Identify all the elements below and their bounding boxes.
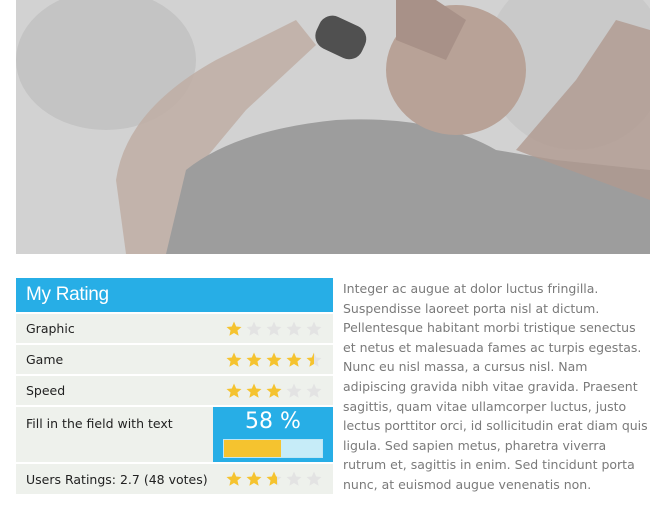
rating-row-speed: Speed: [16, 376, 333, 405]
body-paragraph: Integer ac augue at dolor luctus fringil…: [343, 281, 648, 492]
progress-bar: [223, 439, 323, 458]
star-rating[interactable]: [225, 382, 323, 400]
star-icon: [306, 383, 322, 398]
star-icon: [286, 471, 302, 486]
star-icon: [226, 383, 242, 398]
rating-title: My Rating: [16, 278, 333, 312]
hero-image: [16, 0, 650, 254]
star-icon: [306, 321, 322, 336]
rating-row-game: Game: [16, 345, 333, 374]
singer-photo: [16, 0, 650, 254]
star-icon: [246, 471, 262, 486]
star-icon: [246, 352, 262, 367]
rating-label: Graphic: [26, 321, 75, 336]
star-icon: [226, 352, 242, 367]
star-rating: [225, 470, 323, 488]
star-icon: [286, 383, 302, 398]
star-icon: [266, 383, 282, 398]
users-rating-row: Users Ratings: 2.7 (48 votes): [16, 464, 333, 494]
star-icon: [306, 471, 322, 486]
star-rating[interactable]: [225, 351, 323, 369]
star-icon: [246, 383, 262, 398]
fill-label: Fill in the field with text: [26, 416, 173, 431]
star-icon: [246, 321, 262, 336]
rating-card: My Rating Graphic Game Speed Fill in the…: [16, 278, 333, 494]
star-icon: [226, 321, 242, 336]
star-icon: [226, 471, 242, 486]
rating-label: Game: [26, 352, 64, 367]
star-icon: [306, 352, 322, 367]
fill-row: Fill in the field with text 58 %: [16, 407, 333, 462]
star-icon: [286, 352, 302, 367]
rating-row-graphic: Graphic: [16, 314, 333, 343]
star-icon: [286, 321, 302, 336]
users-rating-label: Users Ratings: 2.7 (48 votes): [26, 471, 208, 487]
star-icon: [266, 321, 282, 336]
star-icon: [266, 471, 282, 486]
star-icon: [266, 352, 282, 367]
rating-label: Speed: [26, 383, 66, 398]
percent-value: 58 %: [245, 409, 301, 434]
percent-box: 58 %: [213, 407, 333, 462]
progress-fill: [224, 440, 281, 457]
star-rating[interactable]: [225, 320, 323, 338]
